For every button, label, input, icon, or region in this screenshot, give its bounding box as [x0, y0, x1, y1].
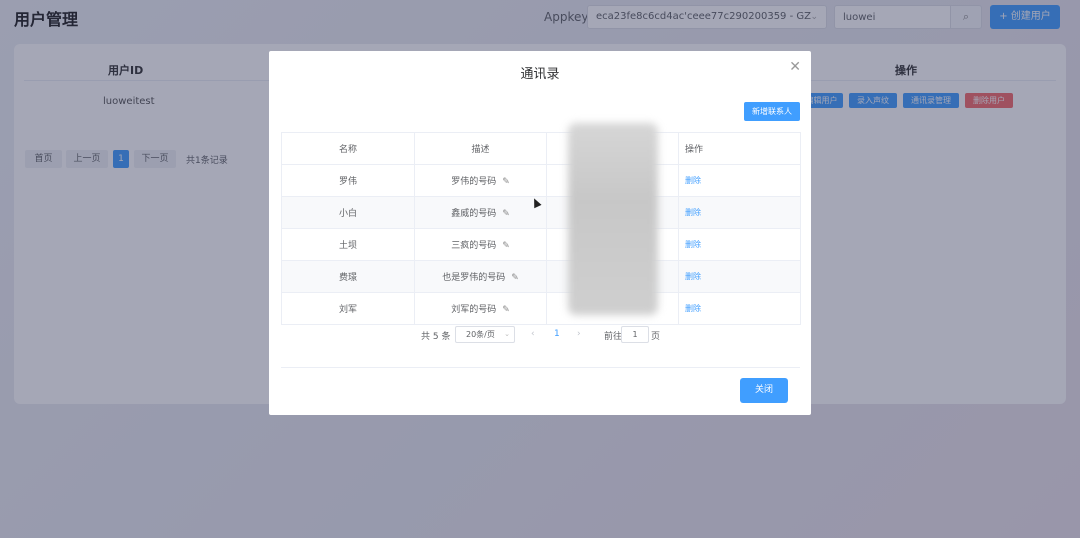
edit-icon[interactable]: ✎	[502, 209, 510, 219]
contact-desc-cell: 也是罗伟的号码 ✎	[414, 260, 547, 293]
delete-link[interactable]: 删除	[685, 208, 701, 217]
page-size-select[interactable]: 20条/页 ⌄	[455, 326, 515, 343]
table-row: 小白 鑫威的号码 ✎ 删除	[281, 196, 801, 229]
table-row: 费璟 也是罗伟的号码 ✎ 删除	[281, 260, 801, 293]
edit-icon[interactable]: ✎	[502, 305, 510, 315]
actions-cell: 删除	[678, 164, 801, 197]
table-row: 刘军 刘军的号码 ✎ 删除	[281, 292, 801, 325]
delete-link[interactable]: 删除	[685, 272, 701, 281]
table-header-row: 名称 描述 联系人号码 操作	[281, 132, 801, 165]
contact-desc-cell: 罗伟的号码 ✎	[414, 164, 547, 197]
contact-desc: 也是罗伟的号码	[442, 273, 506, 283]
chevron-right-icon[interactable]: ›	[577, 329, 581, 339]
delete-link[interactable]: 删除	[685, 304, 701, 313]
add-contact-button[interactable]: 新增联系人	[744, 102, 800, 121]
contact-name: 土坝	[281, 228, 415, 261]
contact-desc: 三疯的号码	[451, 241, 497, 251]
goto-label: 前往	[604, 332, 623, 342]
contact-name: 费璟	[281, 260, 415, 293]
page-suffix: 页	[651, 332, 661, 342]
delete-link[interactable]: 删除	[685, 176, 701, 185]
pagination-total: 共 5 条	[421, 332, 451, 342]
chevron-down-icon: ⌄	[504, 330, 510, 338]
page-size-value: 20条/页	[466, 330, 495, 339]
contacts-table: 名称 描述 联系人号码 操作 罗伟 罗伟的号码 ✎ 删除 小白 鑫威的号码 ✎ 删除…	[281, 132, 801, 325]
contact-name: 小白	[281, 196, 415, 229]
edit-icon[interactable]: ✎	[511, 273, 519, 283]
contact-desc: 罗伟的号码	[451, 177, 497, 187]
goto-page-input[interactable]	[621, 326, 649, 343]
close-button[interactable]: 关闭	[740, 378, 788, 403]
edit-icon[interactable]: ✎	[502, 241, 510, 251]
close-icon[interactable]: ✕	[789, 59, 801, 75]
contacts-dialog: 通讯录 ✕ 新增联系人 名称 描述 联系人号码 操作 罗伟 罗伟的号码 ✎ 删除 …	[269, 51, 811, 415]
contact-desc-cell: 三疯的号码 ✎	[414, 228, 547, 261]
actions-cell: 删除	[678, 260, 801, 293]
contact-desc-cell: 鑫威的号码 ✎	[414, 196, 547, 229]
page-number[interactable]: 1	[554, 329, 560, 339]
redacted-phone-numbers	[568, 123, 658, 315]
contact-desc: 刘军的号码	[451, 305, 497, 315]
contact-name: 刘军	[281, 292, 415, 325]
actions-cell: 删除	[678, 228, 801, 261]
col-actions: 操作	[678, 132, 801, 165]
table-row: 罗伟 罗伟的号码 ✎ 删除	[281, 164, 801, 197]
col-description: 描述	[414, 132, 547, 165]
contact-desc-cell: 刘军的号码 ✎	[414, 292, 547, 325]
dialog-title: 通讯录	[520, 67, 560, 82]
chevron-left-icon[interactable]: ‹	[531, 329, 535, 339]
actions-cell: 删除	[678, 196, 801, 229]
col-name: 名称	[281, 132, 415, 165]
table-row: 土坝 三疯的号码 ✎ 删除	[281, 228, 801, 261]
footer-divider	[281, 367, 800, 368]
contact-desc: 鑫威的号码	[451, 209, 497, 219]
actions-cell: 删除	[678, 292, 801, 325]
contact-name: 罗伟	[281, 164, 415, 197]
edit-icon[interactable]: ✎	[502, 177, 510, 187]
delete-link[interactable]: 删除	[685, 240, 701, 249]
